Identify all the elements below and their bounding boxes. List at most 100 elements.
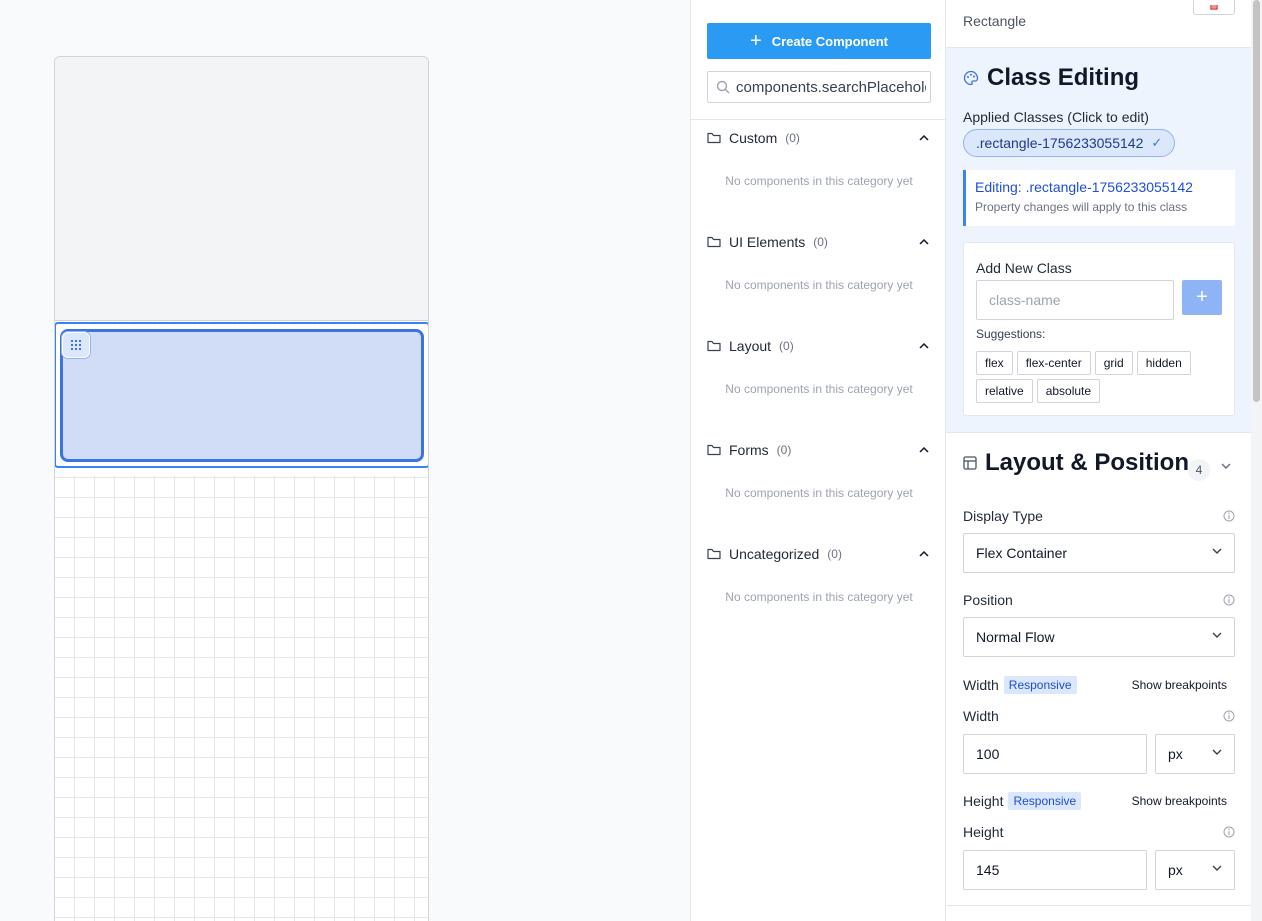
suggestion-chip[interactable]: absolute — [1036, 379, 1101, 403]
class-editing-header: Class Editing — [963, 64, 1139, 92]
scrollbar-thumb[interactable] — [1253, 0, 1260, 402]
editing-class-subtitle: Property changes will apply to this clas… — [975, 200, 1188, 214]
width-unit-select[interactable]: px — [1155, 734, 1235, 774]
show-breakpoints-button[interactable]: Show breakpoints — [1132, 794, 1227, 808]
check-icon: ✓ — [1151, 135, 1163, 150]
width-input[interactable]: 100 — [963, 734, 1147, 774]
width-value: 100 — [976, 746, 1000, 762]
canvas-area[interactable] — [0, 0, 690, 921]
section-divider — [946, 905, 1251, 906]
folder-icon — [707, 340, 721, 352]
chevron-up-icon[interactable] — [919, 135, 929, 141]
suggestions-list: flex flex-center grid hidden relative ab… — [976, 351, 1226, 403]
height-value: 145 — [976, 862, 1000, 878]
chevron-up-icon[interactable] — [919, 551, 929, 557]
info-icon[interactable] — [1223, 710, 1235, 722]
info-icon[interactable] — [1223, 510, 1235, 522]
category-count: (0) — [813, 235, 828, 249]
component-search[interactable] — [707, 71, 931, 103]
category-header[interactable]: UI Elements (0) — [707, 224, 931, 260]
chevron-down-icon — [1212, 632, 1222, 638]
search-input[interactable] — [736, 78, 926, 96]
trash-icon — [1210, 5, 1218, 10]
height-input[interactable]: 145 — [963, 850, 1147, 890]
category-layout: Layout (0) No components in this categor… — [707, 328, 931, 396]
display-type-label: Display Type — [963, 508, 1043, 524]
display-type-value: Flex Container — [976, 545, 1068, 561]
folder-icon — [707, 132, 721, 144]
info-icon[interactable] — [1223, 826, 1235, 838]
category-title: Custom — [729, 130, 778, 146]
category-custom: Custom (0) No components in this categor… — [707, 120, 931, 188]
layout-position-header[interactable]: Layout & Position — [963, 449, 1189, 477]
responsive-badge: Responsive — [1003, 676, 1077, 694]
rectangle-element[interactable] — [60, 329, 424, 462]
page-frame[interactable] — [54, 56, 429, 921]
property-count-badge: 4 — [1188, 459, 1210, 481]
chevron-down-icon — [1212, 749, 1222, 755]
category-header[interactable]: Custom (0) — [707, 120, 931, 156]
category-title: Layout — [729, 338, 772, 354]
frame-gap — [55, 468, 428, 476]
class-editing-title: Class Editing — [987, 64, 1140, 91]
height-responsive-row: Height Responsive Show breakpoints — [963, 792, 1235, 810]
class-name-input[interactable] — [976, 280, 1174, 320]
info-icon[interactable] — [1223, 594, 1235, 606]
height-group-label: Height — [963, 793, 1004, 809]
width-responsive-row: Width Responsive Show breakpoints — [963, 676, 1235, 694]
category-count: (0) — [827, 547, 842, 561]
chevron-up-icon[interactable] — [919, 343, 929, 349]
suggestions-label: Suggestions: — [976, 327, 1046, 341]
create-component-button[interactable]: + Create Component — [707, 23, 931, 59]
selected-rectangle[interactable] — [55, 322, 428, 468]
suggestion-chip[interactable]: relative — [976, 379, 1033, 403]
chevron-down-icon[interactable] — [1221, 463, 1231, 469]
chevron-up-icon[interactable] — [919, 447, 929, 453]
width-unit-value: px — [1168, 746, 1183, 762]
applied-class-chip[interactable]: .rectangle-1756233055142 ✓ — [963, 129, 1176, 157]
suggestion-chip[interactable]: flex — [976, 351, 1013, 375]
display-type-select[interactable]: Flex Container — [963, 533, 1235, 573]
category-header[interactable]: Uncategorized (0) — [707, 536, 931, 572]
category-count: (0) — [776, 443, 792, 457]
add-class-label: Add New Class — [976, 260, 1072, 276]
layout-icon — [963, 456, 977, 470]
category-ui-elements: UI Elements (0) No components in this ca… — [707, 224, 931, 292]
height-label: Height — [963, 824, 1004, 840]
plus-icon: + — [750, 30, 762, 52]
position-value: Normal Flow — [976, 629, 1055, 645]
chevron-up-icon[interactable] — [919, 239, 929, 245]
category-title: Uncategorized — [729, 546, 820, 562]
height-unit-value: px — [1168, 862, 1183, 878]
chevron-down-icon — [1212, 865, 1222, 871]
show-breakpoints-button[interactable]: Show breakpoints — [1132, 678, 1227, 692]
width-label: Width — [963, 708, 999, 724]
category-header[interactable]: Layout (0) — [707, 328, 931, 364]
width-group-label: Width — [963, 677, 999, 693]
palette-icon — [963, 70, 979, 86]
delete-button[interactable] — [1193, 0, 1235, 15]
element-name: Rectangle — [963, 13, 1027, 29]
suggestion-chip[interactable]: hidden — [1136, 351, 1191, 375]
category-count: (0) — [785, 131, 800, 145]
suggestion-chip[interactable]: grid — [1094, 351, 1133, 375]
add-class-button[interactable]: + — [1182, 280, 1222, 315]
folder-icon — [707, 236, 721, 248]
frame-header-block[interactable] — [55, 57, 428, 321]
category-title: Forms — [729, 442, 769, 458]
properties-scrollbar[interactable] — [1251, 0, 1262, 921]
properties-panel: Rectangle Class Editing Applied Classes … — [946, 0, 1251, 921]
applied-classes-label: Applied Classes (Click to edit) — [963, 109, 1149, 125]
create-component-label: Create Component — [771, 33, 888, 49]
drag-handle-icon[interactable] — [62, 332, 90, 358]
suggestion-chip[interactable]: flex-center — [1016, 351, 1091, 375]
folder-icon — [707, 548, 721, 560]
height-unit-select[interactable]: px — [1155, 850, 1235, 890]
component-library: + Create Component Custom (0) No compone… — [690, 0, 946, 921]
position-label: Position — [963, 592, 1013, 608]
editing-class-title: Editing: .rectangle-1756233055142 — [975, 179, 1193, 195]
category-header[interactable]: Forms (0) — [707, 432, 931, 468]
class-editing-section: Class Editing Applied Classes (Click to … — [946, 47, 1251, 433]
position-select[interactable]: Normal Flow — [963, 617, 1235, 657]
folder-icon — [707, 444, 721, 456]
